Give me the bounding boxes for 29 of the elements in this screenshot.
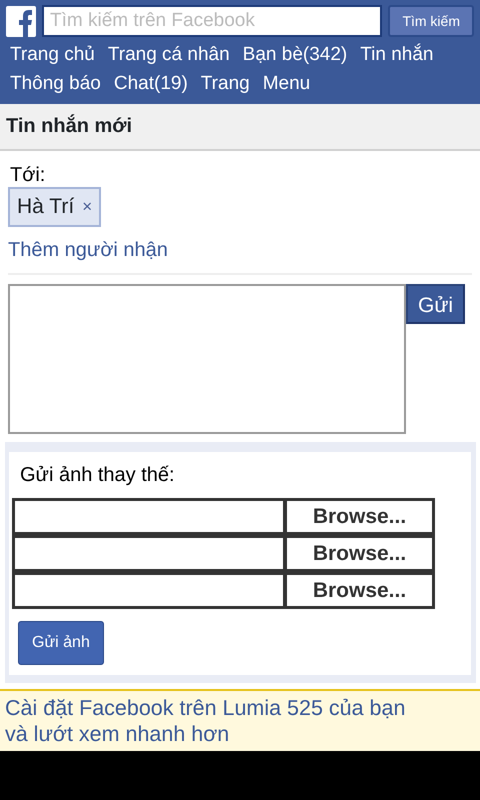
- nav-link[interactable]: Chat(19): [114, 69, 188, 98]
- file-path-field[interactable]: [12, 498, 286, 534]
- nav-link[interactable]: Bạn bè(342): [242, 40, 348, 69]
- browse-button[interactable]: Browse...: [284, 498, 435, 534]
- add-recipient-link[interactable]: Thêm người nhận: [8, 238, 168, 260]
- banner-text[interactable]: và lướt xem nhanh hơn: [5, 720, 475, 746]
- photo-label: Gửi ảnh thay thế:: [19, 462, 176, 488]
- banner-text[interactable]: Cài đặt Facebook trên Lumia 525 của bạn: [5, 694, 475, 720]
- nav-link[interactable]: Menu: [262, 69, 310, 98]
- search-field[interactable]: Tìm kiếm trên Facebook: [42, 5, 382, 37]
- facebook-logo[interactable]: [6, 6, 36, 36]
- file-path-field[interactable]: [12, 572, 286, 608]
- message-field[interactable]: [8, 284, 406, 434]
- send-photo-button[interactable]: Gửi ảnh: [18, 620, 104, 664]
- nav-link[interactable]: Trang: [200, 69, 250, 98]
- search-button[interactable]: Tìm kiếm: [388, 5, 474, 37]
- file-path-field[interactable]: [12, 534, 286, 572]
- browse-button[interactable]: Browse...: [284, 534, 435, 572]
- send-button[interactable]: Gửi: [406, 284, 466, 324]
- page-title: Tin nhắn mới: [0, 104, 480, 151]
- nav-link[interactable]: Trang chủ: [10, 40, 95, 69]
- install-banner[interactable]: Cài đặt Facebook trên Lumia 525 của bạn và lướt xem nhanh hơn: [0, 688, 480, 750]
- nav-link[interactable]: Trang cá nhân: [108, 40, 230, 69]
- browse-button[interactable]: Browse...: [284, 572, 435, 608]
- recipient-name: Hà Trí: [17, 194, 74, 220]
- nav-link[interactable]: Tin nhắn: [360, 40, 434, 69]
- to-label: Tới:: [9, 163, 46, 187]
- remove-button[interactable]: ×: [82, 194, 92, 220]
- nav-link[interactable]: Thông báo: [10, 69, 101, 98]
